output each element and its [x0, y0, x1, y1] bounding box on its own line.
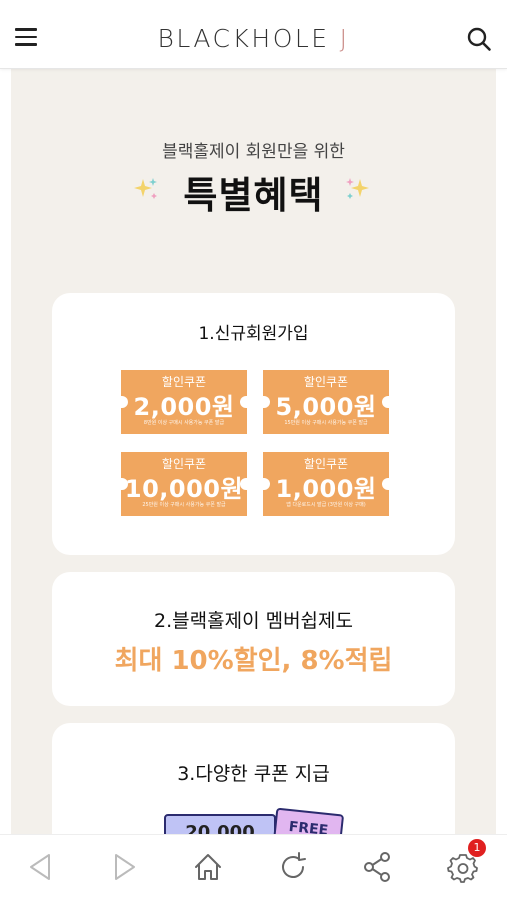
card-title: 3.다양한 쿠폰 지급 — [177, 763, 330, 785]
top-bar: BLACKHOLE J — [0, 0, 507, 69]
coupon-amount: 5,000원 — [275, 393, 377, 421]
coupon-desc: 25만원 이상 구매시 사용가능 쿠폰 발급 — [142, 502, 226, 508]
card-title: 2.블랙홀제이 멤버쉽제도 — [154, 610, 353, 632]
logo-mark: J — [339, 24, 350, 53]
back-arrow-icon[interactable] — [21, 847, 61, 887]
coupon-ticket-label: FREE — [287, 819, 329, 834]
forward-arrow-icon[interactable] — [104, 847, 144, 887]
promo-subtitle: 블랙홀제이 회원만을 위한 — [162, 142, 345, 162]
refresh-icon[interactable] — [273, 847, 313, 887]
share-icon[interactable] — [357, 847, 397, 887]
notification-badge: 1 — [468, 839, 486, 857]
coupon-1000[interactable]: 할인쿠폰 1,000원 앱 다운로드시 발급 (3만원 이상 구매) — [263, 452, 389, 516]
brand-logo[interactable]: BLACKHOLE J — [0, 24, 507, 53]
card-title: 1.신규회원가입 — [198, 324, 309, 344]
coupon-amount: 1,000원 — [275, 475, 377, 503]
search-icon[interactable] — [466, 26, 492, 52]
coupon-ticket-blue: 20,000 — [164, 814, 276, 834]
sparkle-icon — [346, 178, 369, 199]
coupon-amount: 10,000원 — [124, 475, 244, 503]
coupon-desc: 15만원 이상 구매시 사용가능 쿠폰 발급 — [284, 420, 368, 426]
coupon-amount: 2,000원 — [133, 393, 235, 421]
promo-title: 특별혜택 — [183, 174, 324, 217]
coupon-desc: 앱 다운로드시 발급 (3만원 이상 구매) — [286, 502, 366, 508]
coupon-ticket-amount: 20,000 — [185, 822, 255, 834]
coupon-variety-card: 3.다양한 쿠폰 지급 20,000 FREE — [52, 723, 455, 834]
coupon-desc: 8만원 이상 구매시 사용가능 쿠폰 발급 — [143, 420, 225, 426]
settings-button[interactable]: 1 — [443, 839, 486, 887]
bottom-nav: 1 — [0, 834, 507, 901]
coupon-5000[interactable]: 할인쿠폰 5,000원 15만원 이상 구매시 사용가능 쿠폰 발급 — [263, 370, 389, 434]
home-icon[interactable] — [188, 847, 228, 887]
logo-text: BLACKHOLE — [157, 24, 330, 53]
coupon-10000[interactable]: 할인쿠폰 10,000원 25만원 이상 구매시 사용가능 쿠폰 발급 — [121, 452, 247, 516]
membership-card: 2.블랙홀제이 멤버쉽제도 최대 10%할인, 8%적립 — [52, 572, 455, 706]
coupon-2000[interactable]: 할인쿠폰 2,000원 8만원 이상 구매시 사용가능 쿠폰 발급 — [121, 370, 247, 434]
membership-benefit: 최대 10%할인, 8%적립 — [114, 646, 393, 676]
promo-content: 블랙홀제이 회원만을 위한 특별혜택 1.신규회원가입 할인쿠폰 2,000원 … — [11, 69, 496, 834]
signup-benefit-card: 1.신규회원가입 할인쿠폰 2,000원 8만원 이상 구매시 사용가능 쿠폰 … — [52, 293, 455, 555]
coupon-ticket-purple: FREE — [271, 807, 345, 834]
